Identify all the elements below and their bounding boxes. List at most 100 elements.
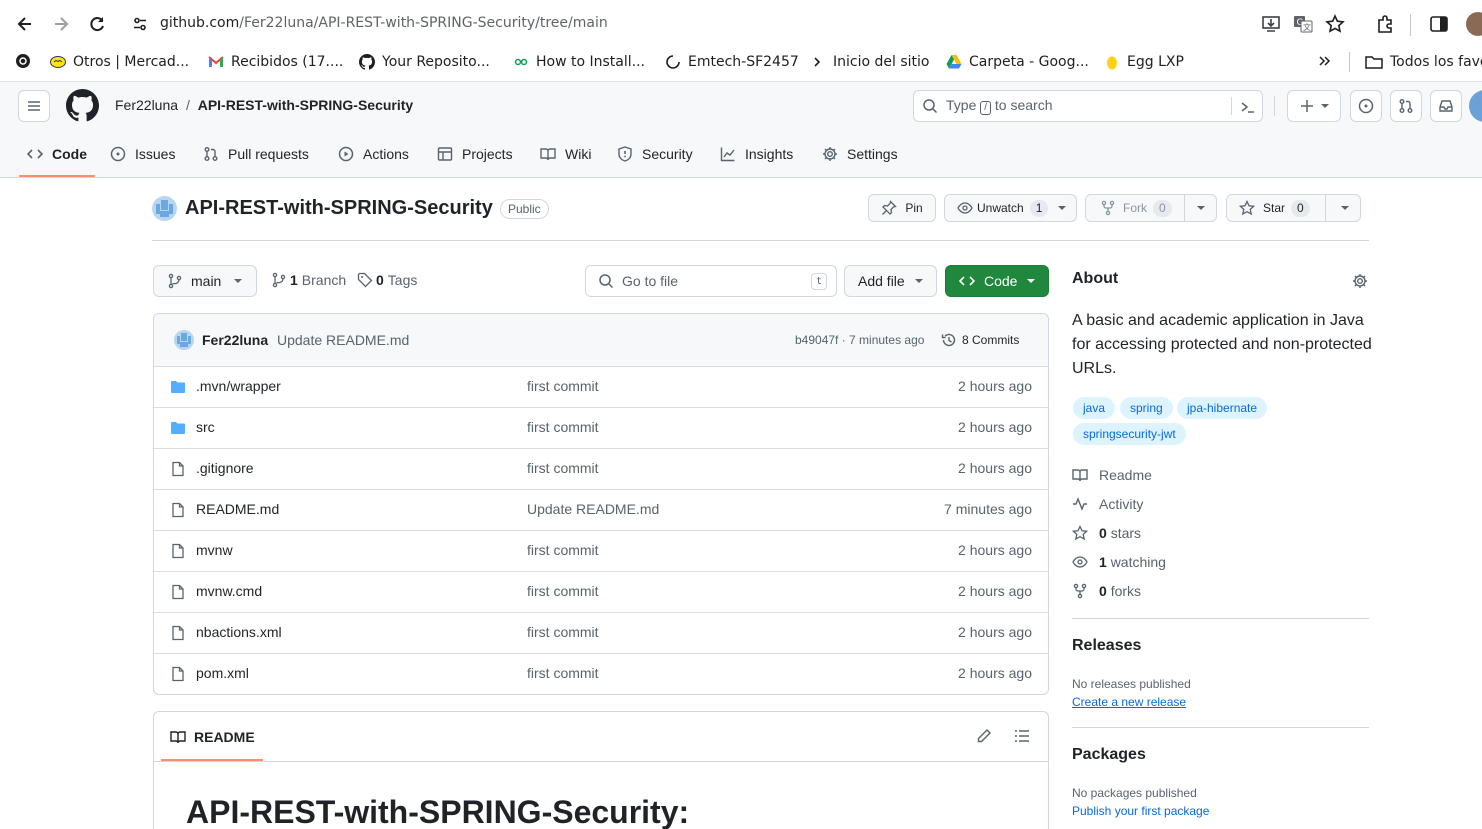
file-name[interactable]: mvnw.cmd: [196, 583, 262, 599]
user-avatar[interactable]: [1469, 90, 1482, 122]
bookmark-item[interactable]: Recibidos (17....: [208, 52, 343, 72]
github-icon: [359, 54, 375, 70]
table-row[interactable]: mvnw first commit 2 hours ago: [154, 530, 1048, 571]
file-name[interactable]: nbactions.xml: [196, 624, 282, 640]
file-commit-message[interactable]: first commit: [527, 542, 599, 558]
pin-button[interactable]: Pin: [868, 194, 936, 222]
side-panel-icon[interactable]: [1429, 14, 1449, 34]
tab-projects[interactable]: Projects: [437, 143, 513, 165]
file-name[interactable]: pom.xml: [196, 665, 249, 681]
commit-author[interactable]: Fer22luna: [202, 332, 268, 348]
file-commit-message[interactable]: first commit: [527, 378, 599, 394]
owner-link[interactable]: Fer22luna: [115, 97, 178, 113]
go-to-file-input[interactable]: Go to file t: [585, 265, 837, 297]
file-commit-message[interactable]: Update README.md: [527, 501, 659, 517]
search-input[interactable]: Type / to search: [913, 90, 1263, 122]
extensions-icon[interactable]: [1375, 14, 1395, 34]
commit-message[interactable]: Update README.md: [277, 332, 409, 348]
branch-select[interactable]: main: [153, 265, 257, 297]
address-bar[interactable]: github.com/Fer22luna/API-REST-with-SPRIN…: [120, 6, 1370, 42]
table-row[interactable]: nbactions.xml first commit 2 hours ago: [154, 612, 1048, 653]
star-bookmark-icon[interactable]: [1325, 14, 1345, 34]
bookmark-item[interactable]: Otros | Mercad...: [50, 52, 189, 72]
forks-link[interactable]: 0 forks: [1072, 581, 1141, 601]
repo-title[interactable]: API-REST-with-SPRING-Security: [185, 197, 493, 220]
tab-settings[interactable]: Settings: [822, 143, 898, 165]
topic-tag[interactable]: spring: [1120, 397, 1173, 419]
file-name[interactable]: .mvn/wrapper: [196, 378, 281, 394]
unwatch-button[interactable]: Unwatch 1: [944, 194, 1077, 222]
file-name[interactable]: mvnw: [196, 542, 233, 558]
table-row[interactable]: mvnw.cmd first commit 2 hours ago: [154, 571, 1048, 612]
file-name[interactable]: src: [196, 419, 215, 435]
publish-package-link[interactable]: Publish your first package: [1072, 804, 1209, 818]
inbox-button[interactable]: [1430, 90, 1462, 122]
gear-icon[interactable]: [1352, 273, 1368, 289]
activity-link[interactable]: Activity: [1072, 494, 1143, 514]
topic-tag[interactable]: java: [1073, 397, 1116, 419]
commit-hash-age[interactable]: b49047f · 7 minutes ago: [795, 333, 924, 347]
add-file-button[interactable]: Add file: [844, 265, 937, 297]
translate-icon[interactable]: G文: [1293, 14, 1313, 34]
file-commit-message[interactable]: first commit: [527, 624, 599, 640]
table-row[interactable]: .mvn/wrapper first commit 2 hours ago: [154, 366, 1048, 407]
install-app-icon[interactable]: [1261, 14, 1281, 34]
pencil-icon[interactable]: [976, 728, 992, 744]
topic-tag[interactable]: springsecurity-jwt: [1073, 423, 1186, 445]
menu-button[interactable]: [18, 90, 50, 122]
create-new-button[interactable]: [1287, 90, 1341, 122]
code-button[interactable]: Code: [945, 265, 1049, 297]
forward-icon[interactable]: [51, 14, 71, 34]
bookmark-item[interactable]: Egg LXP: [1104, 52, 1184, 72]
bookmark-item[interactable]: Your Reposito...: [359, 52, 490, 72]
releases-title[interactable]: Releases: [1072, 637, 1141, 655]
topic-tag[interactable]: jpa-hibernate: [1177, 397, 1268, 419]
list-icon[interactable]: [1014, 728, 1030, 744]
table-row[interactable]: README.md Update README.md 7 minutes ago: [154, 489, 1048, 530]
file-name[interactable]: .gitignore: [196, 460, 254, 476]
tab-actions[interactable]: Actions: [338, 143, 409, 165]
tab-issues[interactable]: Issues: [110, 143, 175, 165]
table-row[interactable]: src first commit 2 hours ago: [154, 407, 1048, 448]
readme-link[interactable]: Readme: [1072, 465, 1152, 485]
more-bookmarks-icon[interactable]: [1317, 53, 1333, 69]
file-commit-message[interactable]: first commit: [527, 419, 599, 435]
file-commit-message[interactable]: first commit: [527, 665, 599, 681]
branches-link[interactable]: 1 Branch: [271, 272, 346, 288]
file-commit-message[interactable]: first commit: [527, 460, 599, 476]
create-release-link[interactable]: Create a new release: [1072, 695, 1186, 709]
tab-wiki[interactable]: Wiki: [540, 143, 591, 165]
arrow-icon: [812, 54, 826, 70]
tab-pull-requests[interactable]: Pull requests: [203, 143, 309, 165]
file-name[interactable]: README.md: [196, 501, 279, 517]
fork-button[interactable]: Fork 0: [1085, 194, 1217, 222]
bookmark-item[interactable]: Emtech-SF2457: [665, 52, 799, 72]
readme-tab[interactable]: README: [170, 729, 255, 745]
back-icon[interactable]: [15, 14, 35, 34]
bookmark-item[interactable]: How to Install...: [513, 52, 645, 72]
github-logo-icon[interactable]: [66, 89, 99, 122]
stars-link[interactable]: 0 stars: [1072, 523, 1141, 543]
tab-code[interactable]: Code: [27, 143, 87, 165]
tab-security[interactable]: Security: [617, 143, 693, 165]
all-bookmarks[interactable]: Todos los favo: [1365, 52, 1482, 72]
table-row[interactable]: pom.xml first commit 2 hours ago: [154, 653, 1048, 694]
tab-insights[interactable]: Insights: [720, 143, 793, 165]
site-info-icon[interactable]: [132, 16, 148, 32]
issues-button[interactable]: [1350, 90, 1382, 122]
watching-link[interactable]: 1 watching: [1072, 552, 1166, 572]
reload-icon[interactable]: [87, 14, 107, 34]
star-button[interactable]: Star 0: [1226, 194, 1361, 222]
command-palette-icon[interactable]: [1240, 99, 1256, 115]
packages-title[interactable]: Packages: [1072, 746, 1146, 764]
bookmark-item[interactable]: Inicio del sitio: [812, 52, 929, 72]
bookmark-item[interactable]: Carpeta - Goog...: [946, 52, 1089, 72]
repo-link[interactable]: API-REST-with-SPRING-Security: [198, 97, 413, 113]
profile-avatar[interactable]: [1466, 12, 1482, 36]
table-row[interactable]: .gitignore first commit 2 hours ago: [154, 448, 1048, 489]
pull-requests-button[interactable]: [1390, 90, 1422, 122]
file-commit-message[interactable]: first commit: [527, 583, 599, 599]
ubuntu-icon[interactable]: [15, 53, 31, 69]
commits-link[interactable]: 8 Commits: [941, 332, 1019, 348]
tags-link[interactable]: 0 Tags: [357, 272, 417, 288]
